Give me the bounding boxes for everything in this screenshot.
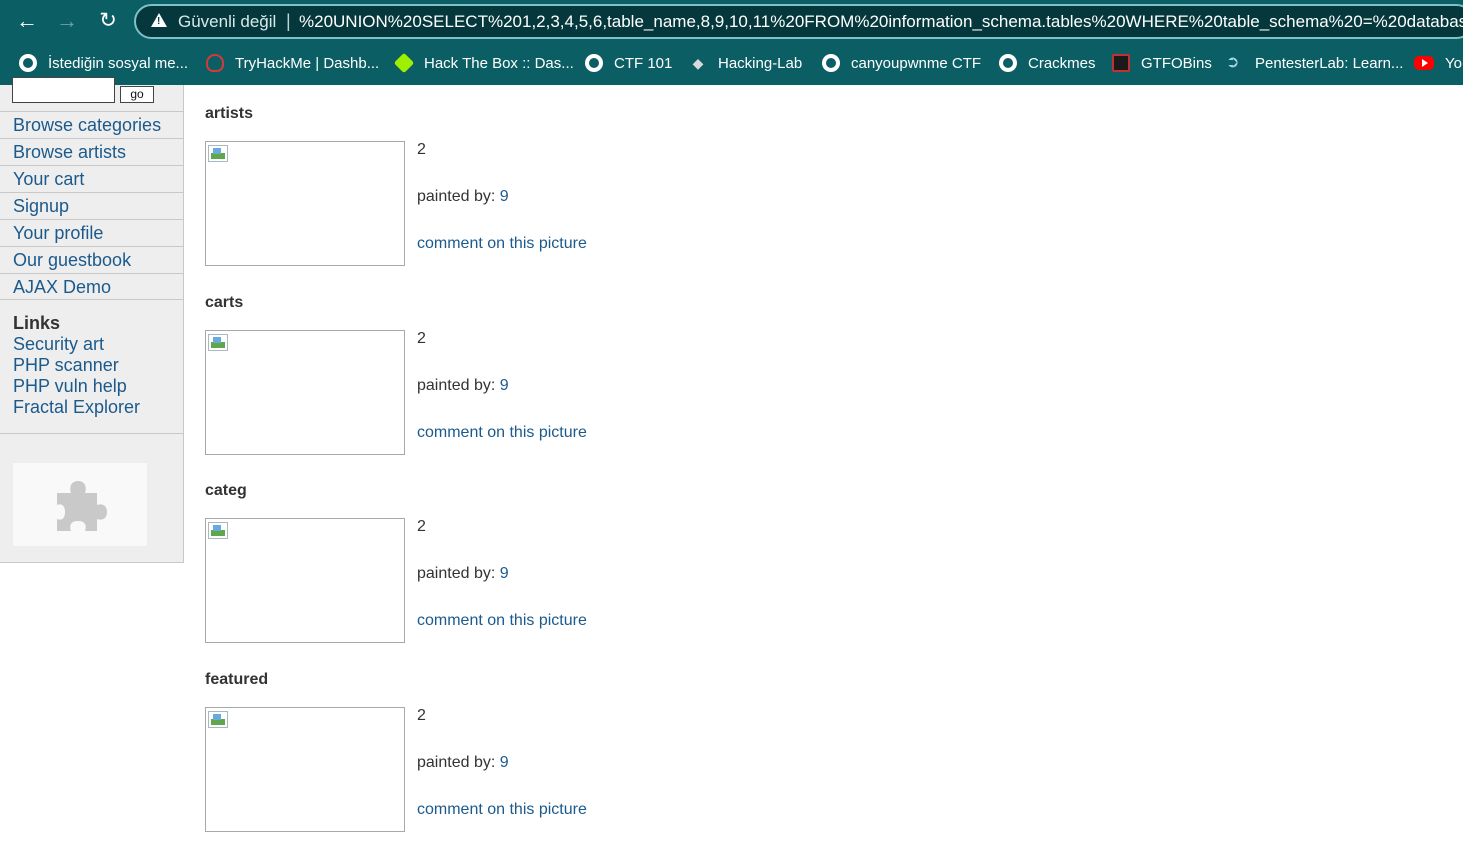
picture-number: 2 <box>417 707 426 724</box>
bookmark-label: canyoupwnme CTF <box>851 54 982 72</box>
picture-title: carts <box>205 294 244 311</box>
menu-ajax-demo[interactable]: AJAX Demo <box>0 273 183 300</box>
bookmark-label: Hack The Box :: Das... <box>424 54 574 72</box>
menu-signup[interactable]: Signup <box>0 192 183 219</box>
forward-arrow-icon[interactable]: → <box>54 8 80 34</box>
bookmark-label: PentesterLab: Learn... <box>1255 54 1404 72</box>
link-security-art[interactable]: Security art <box>13 334 140 355</box>
bookmark-label: GTFOBins <box>1141 54 1212 72</box>
security-status[interactable]: Güvenli değil <box>178 12 276 32</box>
menu-our-guestbook[interactable]: Our guestbook <box>0 246 183 273</box>
links-heading: Links <box>13 313 61 333</box>
bookmark-label: CTF 101 <box>614 54 673 72</box>
broken-image-icon <box>208 334 228 351</box>
picture-item: artists 2 painted by: 9 comment on this … <box>205 85 805 266</box>
bookmark-label: Crackmes <box>1028 54 1096 72</box>
bookmark-label: Hacking-Lab <box>718 54 803 72</box>
painted-by: painted by: 9 <box>417 754 509 772</box>
links-section: Links Security art PHP scanner PHP vuln … <box>13 312 140 418</box>
painted-by: painted by: 9 <box>417 188 509 206</box>
comment-link[interactable]: comment on this picture <box>417 801 587 819</box>
picture-image[interactable] <box>205 141 405 266</box>
menu-your-cart[interactable]: Your cart <box>0 165 183 192</box>
gtfobins-icon <box>1112 54 1130 72</box>
search-input[interactable] <box>12 77 115 103</box>
picture-item: carts 2 painted by: 9 comment on this pi… <box>205 274 805 455</box>
painted-by-label: painted by: <box>417 754 496 771</box>
url-text[interactable]: %20UNION%20SELECT%201,2,3,4,5,6,table_na… <box>299 12 1463 32</box>
painted-by-link[interactable]: 9 <box>500 188 509 205</box>
sidebar: go Browse categories Browse artists Your… <box>0 77 184 563</box>
tryhackme-icon <box>206 54 224 72</box>
picture-image[interactable] <box>205 707 405 832</box>
sidebar-menu: Browse categories Browse artists Your ca… <box>0 111 183 300</box>
menu-browse-categories[interactable]: Browse categories <box>0 111 183 138</box>
divider <box>0 433 183 434</box>
painted-by-link[interactable]: 9 <box>500 565 509 582</box>
bookmark-canyoupwnme[interactable]: canyoupwnme CTF <box>822 51 981 75</box>
bookmark-pentesterlab[interactable]: ➲ PentesterLab: Learn... <box>1226 51 1403 75</box>
hackinglab-icon: ◆ <box>692 55 704 71</box>
bookmark-youtube[interactable]: You <box>1414 51 1463 75</box>
globe-icon <box>585 54 603 72</box>
web-page: go Browse categories Browse artists Your… <box>0 77 1463 851</box>
browser-toolbar: ← → ↻ Güvenli değil | %20UNION%20SELECT%… <box>0 0 1463 43</box>
bookmark-crackmes[interactable]: Crackmes <box>999 51 1096 75</box>
broken-image-icon <box>208 522 228 539</box>
bookmark-hackthebox[interactable]: Hack The Box :: Das... <box>393 51 574 75</box>
globe-icon <box>822 54 840 72</box>
picture-item: featured 2 painted by: 9 comment on this… <box>205 651 805 832</box>
painted-by: painted by: 9 <box>417 377 509 395</box>
address-bar[interactable]: Güvenli değil | %20UNION%20SELECT%201,2,… <box>134 4 1463 39</box>
comment-link[interactable]: comment on this picture <box>417 424 587 442</box>
picture-title: featured <box>205 671 269 688</box>
missing-plugin[interactable] <box>13 463 147 546</box>
painted-by-label: painted by: <box>417 565 496 582</box>
comment-link[interactable]: comment on this picture <box>417 612 587 630</box>
picture-image[interactable] <box>205 518 405 643</box>
globe-icon <box>19 54 37 72</box>
puzzle-piece-icon <box>57 481 107 531</box>
picture-number: 2 <box>417 330 426 347</box>
bookmark-gtfobins[interactable]: GTFOBins <box>1112 51 1212 75</box>
go-button[interactable]: go <box>120 86 154 103</box>
bookmarks-bar: İstediğin sosyal me... TryHackMe | Dashb… <box>0 43 1463 85</box>
picture-number: 2 <box>417 518 426 535</box>
warning-icon[interactable] <box>151 13 167 27</box>
hackthebox-icon <box>393 52 415 74</box>
comment-link[interactable]: comment on this picture <box>417 235 587 253</box>
painted-by-link[interactable]: 9 <box>500 377 509 394</box>
bookmark-sosyal[interactable]: İstediğin sosyal me... <box>19 51 188 75</box>
back-arrow-icon[interactable]: ← <box>14 8 40 34</box>
picture-item: categ 2 painted by: 9 comment on this pi… <box>205 462 805 643</box>
broken-image-icon <box>208 711 228 728</box>
picture-image[interactable] <box>205 330 405 455</box>
painted-by-link[interactable]: 9 <box>500 754 509 771</box>
address-separator: | <box>286 11 291 31</box>
link-fractal-explorer[interactable]: Fractal Explorer <box>13 397 140 418</box>
bookmark-label: You <box>1445 54 1463 72</box>
menu-your-profile[interactable]: Your profile <box>0 219 183 246</box>
bookmark-hackinglab[interactable]: ◆ Hacking-Lab <box>689 51 803 75</box>
reload-icon[interactable]: ↻ <box>95 8 121 34</box>
painted-by-label: painted by: <box>417 188 496 205</box>
painted-by-label: painted by: <box>417 377 496 394</box>
broken-image-icon <box>208 145 228 162</box>
pentesterlab-icon: ➲ <box>1226 54 1240 71</box>
link-php-scanner[interactable]: PHP scanner <box>13 355 140 376</box>
bookmark-label: İstediğin sosyal me... <box>48 54 189 72</box>
bookmark-tryhackme[interactable]: TryHackMe | Dashb... <box>206 51 379 75</box>
picture-title: artists <box>205 105 254 122</box>
youtube-icon <box>1414 56 1434 70</box>
menu-browse-artists[interactable]: Browse artists <box>0 138 183 165</box>
picture-title: categ <box>205 482 247 499</box>
bookmark-label: TryHackMe | Dashb... <box>235 54 380 72</box>
link-php-vuln-help[interactable]: PHP vuln help <box>13 376 140 397</box>
bookmark-ctf101[interactable]: CTF 101 <box>585 51 672 75</box>
picture-number: 2 <box>417 141 426 158</box>
globe-icon <box>999 54 1017 72</box>
painted-by: painted by: 9 <box>417 565 509 583</box>
